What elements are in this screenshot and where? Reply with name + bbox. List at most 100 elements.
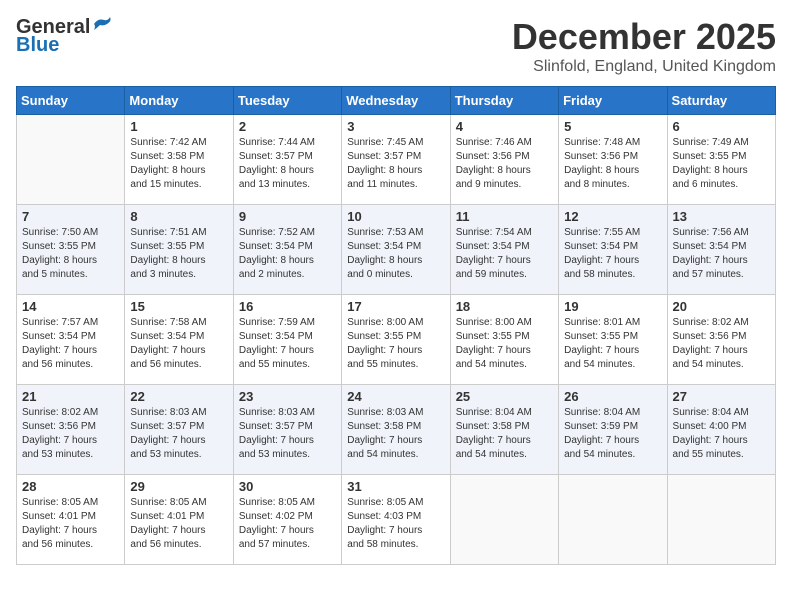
day-info: Sunrise: 8:02 AMSunset: 3:56 PMDaylight:… bbox=[22, 406, 119, 462]
calendar-cell: 8 Sunrise: 7:51 AMSunset: 3:55 PMDaylight… bbox=[125, 205, 233, 295]
day-info: Sunrise: 8:04 AMSunset: 4:00 PMDaylight:… bbox=[673, 406, 770, 462]
calendar-cell: 2Sunrise: 7:44 AMSunset: 3:57 PMDaylight… bbox=[233, 115, 341, 205]
day-number: 22 bbox=[130, 389, 227, 404]
calendar-cell: 13 Sunrise: 7:56 AMSunset: 3:54 PMDayligh… bbox=[667, 205, 775, 295]
day-number: 30 bbox=[239, 479, 336, 494]
day-info: Sunrise: 7:58 AMSunset: 3:54 PMDaylight:… bbox=[130, 316, 227, 372]
calendar-cell: 18 Sunrise: 8:00 AMSunset: 3:55 PMDayligh… bbox=[450, 295, 558, 385]
day-number: 25 bbox=[456, 389, 553, 404]
weekday-header-sunday: Sunday bbox=[17, 87, 125, 115]
day-number: 26 bbox=[564, 389, 661, 404]
calendar-cell: 20 Sunrise: 8:02 AMSunset: 3:56 PMDayligh… bbox=[667, 295, 775, 385]
day-info: Sunrise: 8:05 AMSunset: 4:01 PMDaylight:… bbox=[130, 496, 227, 552]
day-info: Sunrise: 8:05 AMSunset: 4:01 PMDaylight:… bbox=[22, 496, 119, 552]
day-number: 12 bbox=[564, 209, 661, 224]
weekday-header-row: SundayMondayTuesdayWednesdayThursdayFrid… bbox=[17, 87, 776, 115]
calendar-cell: 16Sunrise: 7:59 AMSunset: 3:54 PMDayligh… bbox=[233, 295, 341, 385]
calendar-cell: 23 Sunrise: 8:03 AMSunset: 3:57 PMDayligh… bbox=[233, 385, 341, 475]
day-info: Sunrise: 8:05 AMSunset: 4:03 PMDaylight:… bbox=[347, 496, 444, 552]
weekday-header-friday: Friday bbox=[559, 87, 667, 115]
calendar-cell: 10Sunrise: 7:53 AMSunset: 3:54 PMDayligh… bbox=[342, 205, 450, 295]
calendar-cell: 30 Sunrise: 8:05 AMSunset: 4:02 PMDayligh… bbox=[233, 475, 341, 565]
day-info: Sunrise: 8:00 AMSunset: 3:55 PMDaylight:… bbox=[347, 316, 444, 372]
day-info: Sunrise: 7:51 AMSunset: 3:55 PMDaylight:… bbox=[130, 226, 227, 282]
day-number: 3 bbox=[347, 119, 444, 134]
calendar-cell bbox=[559, 475, 667, 565]
calendar-week-row: 28 Sunrise: 8:05 AMSunset: 4:01 PMDayligh… bbox=[17, 475, 776, 565]
calendar-cell: 12 Sunrise: 7:55 AMSunset: 3:54 PMDayligh… bbox=[559, 205, 667, 295]
day-number: 2 bbox=[239, 119, 336, 134]
calendar-week-row: 14Sunrise: 7:57 AMSunset: 3:54 PMDayligh… bbox=[17, 295, 776, 385]
day-number: 9 bbox=[239, 209, 336, 224]
day-info: Sunrise: 7:49 AMSunset: 3:55 PMDaylight:… bbox=[673, 136, 770, 192]
day-number: 8 bbox=[130, 209, 227, 224]
calendar-cell: 14Sunrise: 7:57 AMSunset: 3:54 PMDayligh… bbox=[17, 295, 125, 385]
weekday-header-tuesday: Tuesday bbox=[233, 87, 341, 115]
day-info: Sunrise: 8:05 AMSunset: 4:02 PMDaylight:… bbox=[239, 496, 336, 552]
calendar-cell: 5 Sunrise: 7:48 AMSunset: 3:56 PMDaylight… bbox=[559, 115, 667, 205]
calendar-cell: 1Sunrise: 7:42 AMSunset: 3:58 PMDaylight… bbox=[125, 115, 233, 205]
page-header: General Blue December 2025 Slinfold, Eng… bbox=[16, 16, 776, 76]
day-number: 17 bbox=[347, 299, 444, 314]
day-info: Sunrise: 7:45 AMSunset: 3:57 PMDaylight:… bbox=[347, 136, 444, 192]
calendar-cell: 31Sunrise: 8:05 AMSunset: 4:03 PMDayligh… bbox=[342, 475, 450, 565]
calendar-week-row: 1Sunrise: 7:42 AMSunset: 3:58 PMDaylight… bbox=[17, 115, 776, 205]
calendar-cell: 24 Sunrise: 8:03 AMSunset: 3:58 PMDayligh… bbox=[342, 385, 450, 475]
calendar-cell: 21 Sunrise: 8:02 AMSunset: 3:56 PMDayligh… bbox=[17, 385, 125, 475]
day-number: 27 bbox=[673, 389, 770, 404]
day-number: 15 bbox=[130, 299, 227, 314]
day-number: 29 bbox=[130, 479, 227, 494]
weekday-header-thursday: Thursday bbox=[450, 87, 558, 115]
day-info: Sunrise: 8:03 AMSunset: 3:58 PMDaylight:… bbox=[347, 406, 444, 462]
day-info: Sunrise: 7:50 AMSunset: 3:55 PMDaylight:… bbox=[22, 226, 119, 282]
calendar-cell: 6 Sunrise: 7:49 AMSunset: 3:55 PMDaylight… bbox=[667, 115, 775, 205]
title-block: December 2025 Slinfold, England, United … bbox=[512, 16, 776, 76]
day-number: 5 bbox=[564, 119, 661, 134]
weekday-header-wednesday: Wednesday bbox=[342, 87, 450, 115]
day-info: Sunrise: 8:00 AMSunset: 3:55 PMDaylight:… bbox=[456, 316, 553, 372]
calendar-cell: 9Sunrise: 7:52 AMSunset: 3:54 PMDaylight… bbox=[233, 205, 341, 295]
calendar-cell bbox=[17, 115, 125, 205]
day-info: Sunrise: 7:46 AMSunset: 3:56 PMDaylight:… bbox=[456, 136, 553, 192]
day-info: Sunrise: 7:55 AMSunset: 3:54 PMDaylight:… bbox=[564, 226, 661, 282]
calendar-cell: 17 Sunrise: 8:00 AMSunset: 3:55 PMDayligh… bbox=[342, 295, 450, 385]
calendar-cell: 26 Sunrise: 8:04 AMSunset: 3:59 PMDayligh… bbox=[559, 385, 667, 475]
day-number: 10 bbox=[347, 209, 444, 224]
day-info: Sunrise: 8:03 AMSunset: 3:57 PMDaylight:… bbox=[130, 406, 227, 462]
calendar-week-row: 7Sunrise: 7:50 AMSunset: 3:55 PMDaylight… bbox=[17, 205, 776, 295]
calendar-week-row: 21 Sunrise: 8:02 AMSunset: 3:56 PMDayligh… bbox=[17, 385, 776, 475]
calendar-table: SundayMondayTuesdayWednesdayThursdayFrid… bbox=[16, 86, 776, 565]
day-number: 20 bbox=[673, 299, 770, 314]
day-number: 21 bbox=[22, 389, 119, 404]
day-number: 11 bbox=[456, 209, 553, 224]
day-info: Sunrise: 8:03 AMSunset: 3:57 PMDaylight:… bbox=[239, 406, 336, 462]
day-info: Sunrise: 7:56 AMSunset: 3:54 PMDaylight:… bbox=[673, 226, 770, 282]
location-subtitle: Slinfold, England, United Kingdom bbox=[512, 58, 776, 76]
weekday-header-monday: Monday bbox=[125, 87, 233, 115]
calendar-cell: 25 Sunrise: 8:04 AMSunset: 3:58 PMDayligh… bbox=[450, 385, 558, 475]
day-info: Sunrise: 8:04 AMSunset: 3:58 PMDaylight:… bbox=[456, 406, 553, 462]
calendar-cell: 22 Sunrise: 8:03 AMSunset: 3:57 PMDayligh… bbox=[125, 385, 233, 475]
calendar-cell: 3 Sunrise: 7:45 AMSunset: 3:57 PMDaylight… bbox=[342, 115, 450, 205]
day-number: 13 bbox=[673, 209, 770, 224]
day-number: 24 bbox=[347, 389, 444, 404]
logo-blue: Blue bbox=[16, 34, 59, 56]
day-info: Sunrise: 7:57 AMSunset: 3:54 PMDaylight:… bbox=[22, 316, 119, 372]
day-info: Sunrise: 7:48 AMSunset: 3:56 PMDaylight:… bbox=[564, 136, 661, 192]
calendar-cell: 15 Sunrise: 7:58 AMSunset: 3:54 PMDayligh… bbox=[125, 295, 233, 385]
calendar-cell: 7Sunrise: 7:50 AMSunset: 3:55 PMDaylight… bbox=[17, 205, 125, 295]
day-number: 28 bbox=[22, 479, 119, 494]
day-info: Sunrise: 8:02 AMSunset: 3:56 PMDaylight:… bbox=[673, 316, 770, 372]
day-number: 6 bbox=[673, 119, 770, 134]
day-number: 18 bbox=[456, 299, 553, 314]
calendar-cell: 29 Sunrise: 8:05 AMSunset: 4:01 PMDayligh… bbox=[125, 475, 233, 565]
day-number: 4 bbox=[456, 119, 553, 134]
month-title: December 2025 bbox=[512, 16, 776, 58]
calendar-cell: 11Sunrise: 7:54 AMSunset: 3:54 PMDayligh… bbox=[450, 205, 558, 295]
day-number: 19 bbox=[564, 299, 661, 314]
day-info: Sunrise: 8:04 AMSunset: 3:59 PMDaylight:… bbox=[564, 406, 661, 462]
calendar-cell bbox=[667, 475, 775, 565]
calendar-cell: 27 Sunrise: 8:04 AMSunset: 4:00 PMDayligh… bbox=[667, 385, 775, 475]
logo: General Blue bbox=[16, 16, 114, 56]
day-number: 23 bbox=[239, 389, 336, 404]
